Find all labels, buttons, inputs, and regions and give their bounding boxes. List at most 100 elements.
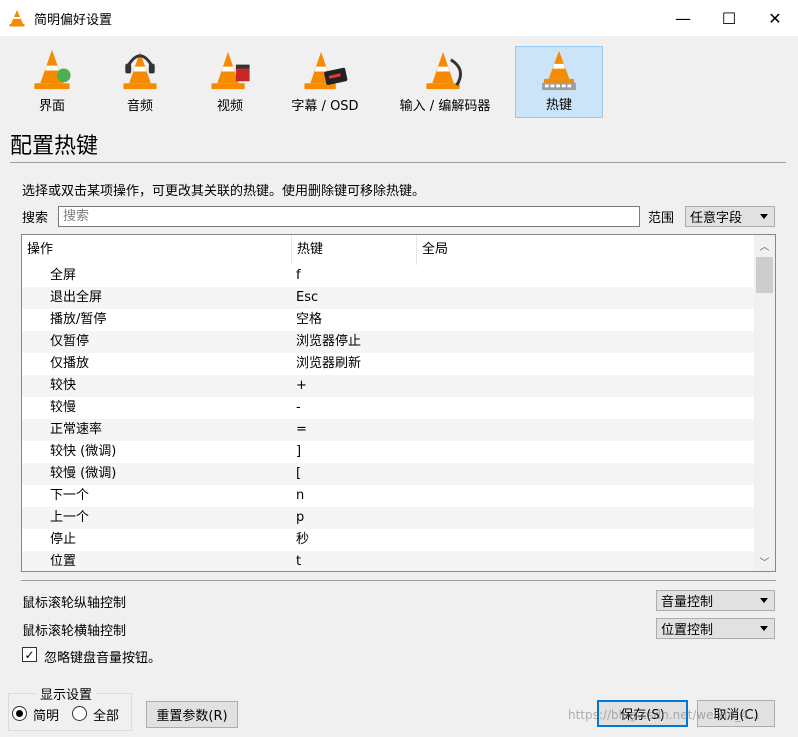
hotkey-cell: 浏览器刷新 xyxy=(296,356,362,371)
table-row[interactable]: 下一个 n xyxy=(22,485,754,507)
section-title: 配置热键 xyxy=(10,134,99,159)
search-label: 搜索 xyxy=(22,211,49,226)
category-label: 音频 xyxy=(126,99,153,114)
section-divider xyxy=(10,162,786,163)
action-cell: 播放/暂停 xyxy=(50,312,107,327)
action-cell: 退出全屏 xyxy=(50,290,103,305)
display-cone-icon xyxy=(304,51,348,90)
action-cell: 较慢 xyxy=(50,400,77,415)
category-audio[interactable]: 音频 xyxy=(98,46,182,118)
minimize-button[interactable]: — xyxy=(660,0,706,36)
range-label: 范围 xyxy=(648,211,675,226)
vlc-cone-icon xyxy=(34,49,71,90)
category-video[interactable]: 视频 xyxy=(186,46,274,118)
table-row[interactable]: 正常速率 = xyxy=(22,419,754,441)
hotkey-cell: [ xyxy=(296,466,302,481)
chevron-down-icon xyxy=(760,214,768,219)
hotkeys-table[interactable]: 操作 热键 全局 全屏 f 退出全屏 Esc 播放/暂停 空格仅暂停 浏览器停止仅播放 浏览器… xyxy=(21,234,776,572)
clapper-cone-icon xyxy=(211,51,250,90)
category-toolbar: 界面 音频 视频 字幕 / OSD 输入 / 编解码器 热键 xyxy=(0,42,798,122)
category-subtitles-osd[interactable]: 字幕 / OSD xyxy=(280,46,370,118)
watermark: https://blog.csdn.net/weixin_4... xyxy=(568,708,761,722)
action-cell: 位置 xyxy=(50,554,77,569)
table-row[interactable]: 退出全屏 Esc xyxy=(22,287,754,309)
mouse-vertical-value: 音量控制 xyxy=(661,595,714,610)
action-cell: 下一个 xyxy=(50,488,90,503)
action-cell: 较慢 (微调) xyxy=(50,466,117,481)
table-body: 全屏 f 退出全屏 Esc 播放/暂停 空格仅暂停 浏览器停止仅播放 浏览器刷新较快 + 较慢 - 正… xyxy=(22,265,754,571)
action-cell: 仅暂停 xyxy=(50,334,90,349)
hotkey-cell: 秒 xyxy=(296,532,310,547)
category-label: 输入 / 编解码器 xyxy=(399,99,491,114)
chevron-down-icon xyxy=(760,626,768,631)
table-row[interactable]: 播放/暂停 空格 xyxy=(22,309,754,331)
category-input-codecs[interactable]: 输入 / 编解码器 xyxy=(380,46,510,118)
category-label: 界面 xyxy=(38,99,65,114)
cable-cone-icon xyxy=(426,51,462,90)
radio-all-label[interactable]: 全部 xyxy=(93,705,119,724)
action-cell: 停止 xyxy=(50,532,77,547)
scroll-thumb[interactable] xyxy=(756,257,773,293)
table-row[interactable]: 仅暂停 浏览器停止 xyxy=(22,331,754,353)
category-label: 字幕 / OSD xyxy=(291,99,359,114)
hotkey-cell: - xyxy=(296,400,301,415)
scroll-down-icon[interactable]: ﹀ xyxy=(754,551,775,571)
category-label: 热键 xyxy=(545,98,572,113)
action-cell: 仅播放 xyxy=(50,356,90,371)
headphones-cone-icon xyxy=(123,51,157,90)
action-cell: 上一个 xyxy=(50,510,90,525)
vlc-app-icon xyxy=(9,10,25,27)
hotkey-cell: Esc xyxy=(296,290,319,305)
action-cell: 全屏 xyxy=(50,268,77,283)
table-row[interactable]: 较慢 (微调) [ xyxy=(22,463,754,485)
mouse-horizontal-value: 位置控制 xyxy=(661,623,714,638)
table-row[interactable]: 较快 + xyxy=(22,375,754,397)
table-row[interactable]: 较慢 - xyxy=(22,397,754,419)
table-row[interactable]: 全屏 f xyxy=(22,265,754,287)
mouse-horizontal-select[interactable]: 位置控制 xyxy=(656,618,775,639)
column-header-global[interactable]: 全局 xyxy=(417,235,754,265)
category-hotkeys[interactable]: 热键 xyxy=(515,46,603,118)
hotkey-cell: f xyxy=(296,268,301,283)
search-input[interactable]: 搜索 xyxy=(58,206,640,227)
action-cell: 较快 (微调) xyxy=(50,444,117,459)
category-label: 视频 xyxy=(216,99,243,114)
table-row[interactable]: 上一个 p xyxy=(22,507,754,529)
hotkey-cell: t xyxy=(296,554,302,569)
hotkey-cell: 空格 xyxy=(296,312,323,327)
range-select[interactable]: 任意字段 xyxy=(685,206,775,227)
hotkey-cell: n xyxy=(296,488,305,503)
hotkey-cell: 浏览器停止 xyxy=(296,334,362,349)
mouse-horizontal-label: 鼠标滚轮横轴控制 xyxy=(22,624,127,639)
scroll-up-icon[interactable]: ︿ xyxy=(754,235,775,255)
maximize-button[interactable]: ☐ xyxy=(706,0,752,36)
keyboard-cone-icon xyxy=(542,50,576,91)
category-interface[interactable]: 界面 xyxy=(10,46,94,118)
radio-simple[interactable] xyxy=(12,706,27,721)
ignore-volume-label[interactable]: 忽略键盘音量按钮。 xyxy=(44,647,161,666)
mouse-vertical-label: 鼠标滚轮纵轴控制 xyxy=(22,596,127,611)
mouse-vertical-select[interactable]: 音量控制 xyxy=(656,590,775,611)
ignore-volume-checkbox[interactable]: ✓ xyxy=(22,647,37,662)
column-header-action[interactable]: 操作 xyxy=(22,235,292,265)
reset-preferences-button[interactable]: 重置参数(R) xyxy=(146,701,238,728)
window-title: 简明偏好设置 xyxy=(34,12,113,28)
hotkey-cell: = xyxy=(296,422,307,437)
column-header-hotkey[interactable]: 热键 xyxy=(292,235,417,265)
table-header: 操作 热键 全局 xyxy=(22,235,754,265)
vertical-scrollbar[interactable]: ︿ ﹀ xyxy=(754,235,775,571)
hotkey-cell: p xyxy=(296,510,305,525)
table-row[interactable]: 仅播放 浏览器刷新 xyxy=(22,353,754,375)
radio-all[interactable] xyxy=(72,706,87,721)
hotkey-cell: ] xyxy=(296,444,302,459)
section-description: 选择或双击某项操作，可更改其关联的热键。使用删除键可移除热键。 xyxy=(22,184,426,199)
range-select-value: 任意字段 xyxy=(690,211,743,226)
action-cell: 正常速率 xyxy=(50,422,103,437)
action-cell: 较快 xyxy=(50,378,77,393)
radio-simple-label[interactable]: 简明 xyxy=(33,705,59,724)
table-row[interactable]: 位置 t xyxy=(22,551,754,571)
title-bar: 简明偏好设置 — ☐ ✕ xyxy=(0,0,798,36)
table-row[interactable]: 较快 (微调)] xyxy=(22,441,754,463)
table-row[interactable]: 停止 秒 xyxy=(22,529,754,551)
close-button[interactable]: ✕ xyxy=(752,0,798,36)
